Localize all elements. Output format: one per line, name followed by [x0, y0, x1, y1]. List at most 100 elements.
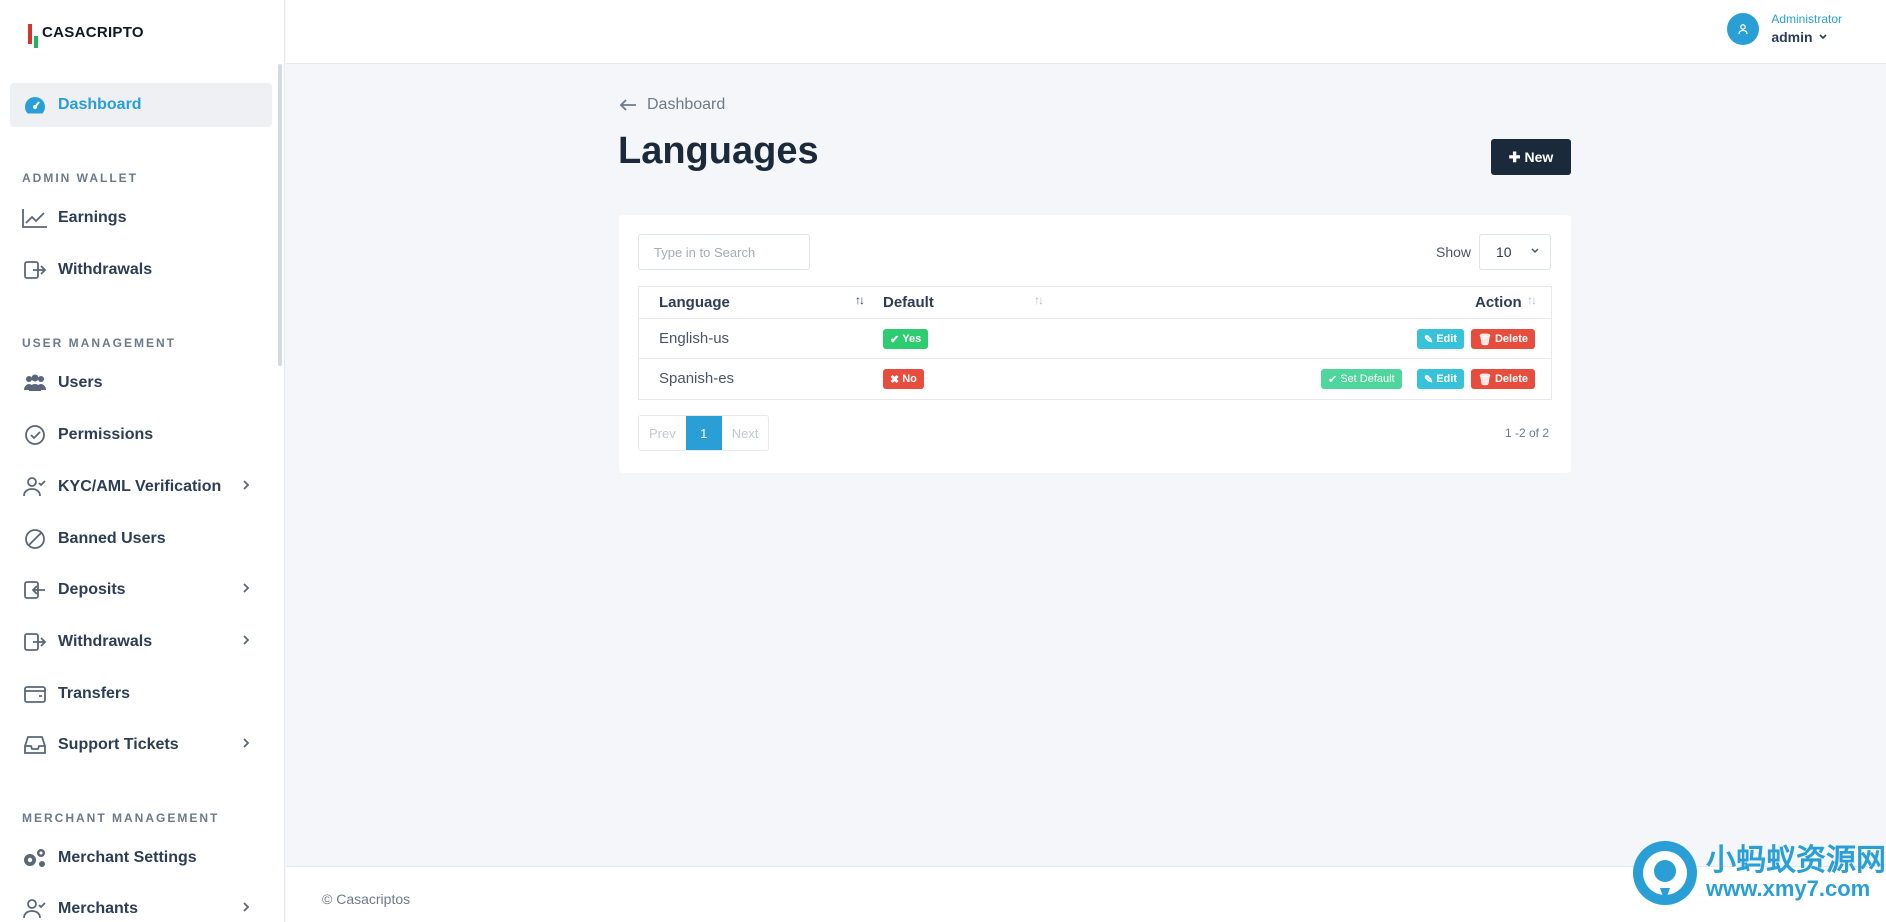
section-user-management: USER MANAGEMENT: [22, 336, 177, 350]
sidebar-item-withdrawals-wallet[interactable]: Withdrawals: [10, 248, 272, 292]
sidebar-item-label: Dashboard: [58, 96, 142, 113]
page-size-value: 10: [1496, 244, 1512, 260]
chevron-down-icon: [1818, 34, 1827, 40]
exit-icon: [22, 629, 48, 655]
sidebar-item-label: Merchant Settings: [58, 849, 197, 866]
user-check-icon: [22, 896, 48, 922]
sidebar-item-label: Support Tickets: [58, 736, 179, 753]
delete-button[interactable]: 🗑 Delete: [1471, 369, 1535, 389]
table-header-row: Language ↑↓ Default ↑↓ Action ↑↓: [639, 287, 1551, 319]
pencil-icon: ✎: [1424, 333, 1434, 346]
sidebar-scrollbar[interactable]: [278, 64, 282, 366]
default-badge-yes: ✔ Yes: [883, 329, 929, 349]
inbox-icon: [22, 732, 48, 758]
pagination-range: 1 -2 of 2: [1505, 426, 1550, 440]
user-name-label: admin: [1771, 29, 1813, 45]
sidebar-item-label: Withdrawals: [58, 633, 153, 650]
chevron-right-icon: [243, 480, 250, 490]
sidebar-item-support-tickets[interactable]: Support Tickets: [10, 723, 272, 767]
column-header-language[interactable]: Language: [659, 294, 730, 311]
sidebar-item-label: Merchants: [58, 900, 139, 917]
set-default-button[interactable]: ✔ Set Default: [1321, 369, 1402, 389]
new-button[interactable]: ✚ New: [1491, 139, 1571, 175]
brand-name: CASACRIPTO: [42, 23, 144, 41]
arrow-left-icon: [619, 99, 636, 111]
sidebar-item-merchant-settings[interactable]: Merchant Settings: [10, 836, 272, 880]
sidebar-item-deposits[interactable]: Deposits: [10, 568, 272, 612]
section-merchant-management: MERCHANT MANAGEMENT: [22, 811, 220, 825]
sidebar-item-label: Permissions: [58, 426, 154, 443]
sidebar-item-permissions[interactable]: Permissions: [10, 413, 272, 457]
sidebar-item-label: Deposits: [58, 581, 126, 598]
user-role: Administrator: [1771, 12, 1842, 26]
avatar[interactable]: [1727, 12, 1760, 45]
edit-button[interactable]: ✎ Edit: [1417, 329, 1464, 349]
column-header-default[interactable]: Default: [883, 294, 934, 311]
show-label: Show: [1436, 244, 1472, 260]
pencil-icon: ✎: [1424, 373, 1434, 386]
chart-line-icon: [22, 205, 48, 231]
sidebar-item-merchants[interactable]: Merchants: [10, 887, 272, 922]
check-circle-icon: [22, 422, 48, 448]
back-label: Dashboard: [647, 96, 726, 113]
chevron-right-icon: [243, 738, 250, 748]
chevron-right-icon: [243, 902, 250, 912]
trash-icon: 🗑: [1478, 373, 1492, 386]
search-input[interactable]: [638, 234, 810, 270]
x-icon: ✖: [890, 373, 900, 386]
sidebar-item-transfers[interactable]: Transfers: [10, 672, 272, 716]
logo-icon: [28, 20, 38, 48]
button-label: Edit: [1436, 333, 1457, 345]
user-icon: [1738, 23, 1748, 34]
language-cell: Spanish-es: [659, 370, 735, 387]
next-page-button[interactable]: Next: [722, 416, 769, 450]
copyright: © Casacriptos: [322, 891, 411, 907]
page-size-select[interactable]: 10: [1479, 234, 1551, 270]
pagination: Prev 1 Next: [638, 415, 770, 451]
edit-button[interactable]: ✎ Edit: [1417, 369, 1464, 389]
sidebar-item-label: Transfers: [58, 685, 131, 702]
default-badge-no: ✖ No: [883, 369, 924, 389]
new-button-label: New: [1524, 149, 1554, 165]
page-1-button[interactable]: 1: [685, 416, 722, 450]
deposit-icon: [22, 577, 48, 603]
dashboard-gauge-icon: [22, 92, 48, 118]
sidebar-item-label: KYC/AML Verification: [58, 478, 222, 495]
check-icon: ✔: [890, 333, 900, 346]
ban-icon: [22, 526, 48, 552]
check-icon: ✔: [1328, 373, 1338, 386]
sort-icon[interactable]: ↑↓: [855, 293, 865, 307]
sidebar-item-label: Users: [58, 374, 103, 391]
sidebar-item-kyc[interactable]: KYC/AML Verification: [10, 465, 272, 509]
users-icon: [22, 370, 48, 396]
wallet-icon: [22, 681, 48, 707]
button-label: Delete: [1494, 373, 1528, 385]
ant-logo-icon: [1633, 841, 1697, 905]
badge-label: No: [902, 373, 917, 385]
column-header-action[interactable]: Action: [1475, 294, 1522, 311]
watermark: 小蚂蚁资源网 www.xmy7.com: [1630, 838, 1886, 908]
button-label: Delete: [1494, 333, 1528, 345]
sort-icon[interactable]: ↑↓: [1034, 293, 1044, 307]
prev-page-button[interactable]: Prev: [639, 416, 686, 450]
back-link[interactable]: Dashboard: [619, 96, 725, 114]
delete-button[interactable]: 🗑 Delete: [1471, 329, 1535, 349]
sidebar-item-label: Earnings: [58, 209, 127, 226]
sidebar-item-banned-users[interactable]: Banned Users: [10, 517, 272, 561]
badge-label: Yes: [902, 333, 922, 345]
user-name[interactable]: admin: [1771, 29, 1842, 45]
plus-icon: ✚: [1508, 148, 1521, 165]
sidebar-item-users[interactable]: Users: [10, 361, 272, 405]
topbar: Administrator admin: [286, 0, 1886, 64]
page-title: Languages: [618, 130, 819, 172]
sidebar-item-withdrawals[interactable]: Withdrawals: [10, 620, 272, 664]
sidebar-item-label: Withdrawals: [58, 261, 153, 278]
languages-table: Language ↑↓ Default ↑↓ Action ↑↓ English…: [638, 286, 1552, 400]
table-row: Spanish-es ✖ No ✔ Set Default ✎ Edit 🗑 Delet…: [639, 359, 1551, 399]
sort-icon[interactable]: ↑↓: [1527, 293, 1537, 307]
sidebar-item-earnings[interactable]: Earnings: [10, 196, 272, 240]
sidebar-item-dashboard[interactable]: Dashboard: [10, 83, 272, 127]
brand-logo[interactable]: CASACRIPTO: [28, 20, 144, 48]
watermark-url: www.xmy7.com: [1706, 876, 1871, 901]
user-menu[interactable]: Administrator admin: [1727, 12, 1842, 45]
